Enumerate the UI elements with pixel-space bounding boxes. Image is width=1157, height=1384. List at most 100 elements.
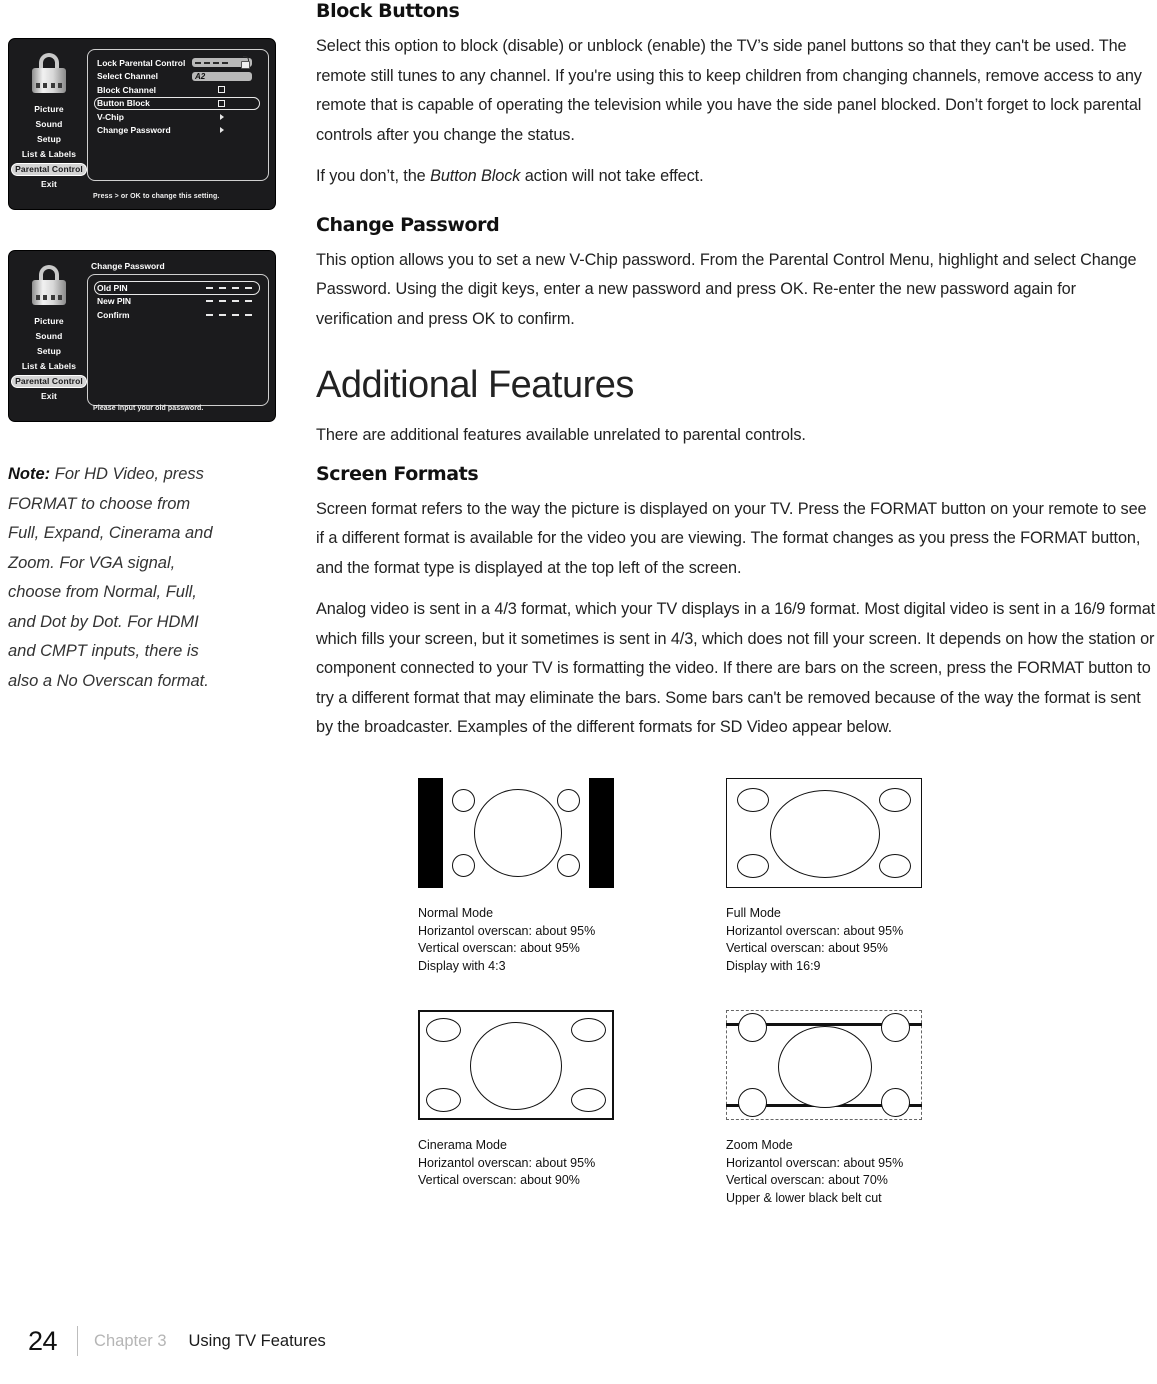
diagram-full-line-2: Vertical overscan: about 95%: [726, 941, 888, 955]
osd2-row-old-pin[interactable]: Old PIN: [94, 281, 260, 295]
diagram-full-line-1: Horizantol overscan: about 95%: [726, 923, 904, 938]
osd1-label-lock-parental-control: Lock Parental Control: [97, 57, 186, 68]
margin-note: Note: For HD Video, press FORMAT to choo…: [8, 460, 223, 696]
osd2-label-old-pin: Old PIN: [97, 282, 128, 293]
page-number: 24: [28, 1325, 58, 1356]
chevron-right-icon: [220, 127, 224, 134]
osd1-row-change-password[interactable]: Change Password: [94, 124, 260, 138]
osd1-label-change-password: Change Password: [97, 125, 171, 136]
osd2-panel: Change Password Old PIN New PIN Confirm: [87, 261, 269, 406]
paragraph-screen-formats-2: Analog video is sent in a 4/3 format, wh…: [316, 600, 1156, 736]
diagram-cinerama-canvas: [418, 1010, 614, 1120]
para2-pre: If you don’t, the: [316, 167, 431, 185]
para2-emphasis: Button Block: [430, 167, 521, 185]
old-pin-input[interactable]: [206, 286, 252, 289]
paragraph-additional-features: There are additional features available …: [316, 426, 806, 444]
diagram-zoom-mode: Zoom Mode Horizantol overscan: about 95%…: [726, 1010, 922, 1207]
diagram-normal-line-3: Display with 4:3: [418, 958, 506, 973]
paragraph-block-buttons-2: If you don’t, the Button Block action wi…: [316, 162, 1156, 192]
osd1-label-v-chip: V-Chip: [97, 111, 124, 122]
open-padlock-icon: [241, 56, 250, 70]
osd1-sidebar-item-picture[interactable]: Picture: [31, 103, 67, 116]
diagram-full-line-3: Display with 16:9: [726, 958, 821, 973]
diagram-zoom-title: Zoom Mode: [726, 1138, 793, 1152]
left-margin-column: Picture Sound Setup List & Labels Parent…: [8, 0, 293, 696]
padlock-icon: [32, 265, 66, 305]
select-channel-field[interactable]: A2: [192, 71, 252, 81]
diagram-zoom-canvas: [726, 1010, 922, 1120]
diagram-normal-line-2: Vertical overscan: about 95%: [418, 941, 580, 955]
osd2-sidebar-item-setup[interactable]: Setup: [34, 345, 64, 358]
screen-format-diagrams: Normal Mode Horizantol overscan: about 9…: [418, 778, 1038, 1207]
diagram-zoom-caption: Zoom Mode Horizantol overscan: about 95%…: [726, 1137, 922, 1207]
heading-additional-features: Additional Features: [316, 364, 634, 406]
paragraph-screen-formats-1: Screen format refers to the way the pict…: [316, 499, 1147, 577]
block-channel-checkbox[interactable]: [218, 86, 225, 94]
osd1-sidebar-item-exit[interactable]: Exit: [38, 178, 60, 191]
diagram-normal-caption: Normal Mode Horizantol overscan: about 9…: [418, 905, 614, 975]
diagram-zoom-line-1: Horizantol overscan: about 95%: [726, 1155, 904, 1170]
diagram-cinerama-caption: Cinerama Mode Horizantol overscan: about…: [418, 1137, 614, 1190]
osd1-panel: Lock Parental Control Select Channel A2: [87, 49, 269, 181]
osd2-sidebar-item-exit[interactable]: Exit: [38, 390, 60, 403]
diagram-full-mode: Full Mode Horizantol overscan: about 95%…: [726, 778, 922, 975]
diagram-full-canvas: [726, 778, 922, 888]
osd1-row-lock-parental-control[interactable]: Lock Parental Control: [94, 56, 260, 70]
osd-sidebar: Picture Sound Setup List & Labels Parent…: [9, 39, 89, 209]
diagram-cinerama-line-1: Horizantol overscan: about 95%: [418, 1155, 596, 1170]
main-content-column: Block Buttons Select this option to bloc…: [316, 0, 1156, 755]
osd1-label-select-channel: Select Channel: [97, 71, 158, 82]
chevron-right-icon: [220, 113, 224, 120]
diagram-zoom-line-3: Upper & lower black belt cut: [726, 1190, 882, 1205]
osd2-row-new-pin[interactable]: New PIN: [94, 295, 260, 309]
heading-block-buttons: Block Buttons: [316, 0, 460, 22]
select-channel-value: A2: [195, 71, 206, 81]
diagram-row-2: Cinerama Mode Horizantol overscan: about…: [418, 1010, 1038, 1207]
osd1-settings-list: Lock Parental Control Select Channel A2: [87, 49, 269, 181]
para2-post: action will not take effect.: [520, 167, 704, 185]
osd2-sidebar-item-picture[interactable]: Picture: [31, 315, 67, 328]
confirm-pin-input[interactable]: [206, 313, 252, 316]
osd1-row-v-chip[interactable]: V-Chip: [94, 110, 260, 124]
osd1-sidebar-item-sound[interactable]: Sound: [33, 118, 66, 131]
osd1-label-button-block: Button Block: [97, 98, 150, 109]
osd1-sidebar-item-setup[interactable]: Setup: [34, 133, 64, 146]
diagram-cinerama-line-2: Vertical overscan: about 90%: [418, 1173, 580, 1187]
footer-divider: [77, 1326, 79, 1356]
padlock-icon: [32, 53, 66, 93]
button-block-checkbox[interactable]: [218, 99, 225, 107]
osd-sidebar-menu: Picture Sound Setup List & Labels Parent…: [9, 101, 89, 191]
note-text: For HD Video, press FORMAT to choose fro…: [8, 465, 213, 690]
osd2-sidebar-item-parental-control[interactable]: Parental Control: [11, 375, 87, 388]
lock-parental-control-field[interactable]: [192, 56, 252, 70]
diagram-cinerama-title: Cinerama Mode: [418, 1138, 507, 1152]
diagram-normal-line-1: Horizantol overscan: about 95%: [418, 923, 596, 938]
page-footer: 24 Chapter 3 Using TV Features: [28, 1324, 326, 1358]
diagram-normal-title: Normal Mode: [418, 906, 494, 920]
osd2-settings-list: Old PIN New PIN Confirm: [87, 274, 269, 406]
heading-change-password: Change Password: [316, 213, 500, 236]
osd1-sidebar-item-list-labels[interactable]: List & Labels: [19, 148, 79, 161]
osd1-row-button-block[interactable]: Button Block: [94, 96, 260, 110]
diagram-row-1: Normal Mode Horizantol overscan: about 9…: [418, 778, 1038, 975]
heading-screen-formats: Screen Formats: [316, 462, 479, 485]
osd-screenshot-parental-control: Picture Sound Setup List & Labels Parent…: [8, 38, 276, 210]
osd2-panel-title: Change Password: [91, 261, 165, 271]
osd1-sidebar-item-parental-control[interactable]: Parental Control: [11, 163, 87, 176]
osd2-sidebar-item-sound[interactable]: Sound: [33, 330, 66, 343]
paragraph-block-buttons-1: Select this option to block (disable) or…: [316, 37, 1142, 144]
osd-screenshot-change-password: Picture Sound Setup List & Labels Parent…: [8, 250, 276, 422]
osd2-label-new-pin: New PIN: [97, 296, 132, 307]
osd2-sidebar-item-list-labels[interactable]: List & Labels: [19, 360, 79, 373]
diagram-normal-mode: Normal Mode Horizantol overscan: about 9…: [418, 778, 614, 975]
osd1-row-block-channel[interactable]: Block Channel: [94, 83, 260, 97]
osd1-hint-text: Press > or OK to change this setting.: [93, 193, 220, 200]
osd2-sidebar: Picture Sound Setup List & Labels Parent…: [9, 251, 89, 421]
diagram-normal-canvas: [418, 778, 614, 888]
osd1-label-block-channel: Block Channel: [97, 84, 157, 95]
osd1-row-select-channel[interactable]: Select Channel A2: [94, 70, 260, 84]
diagram-cinerama-mode: Cinerama Mode Horizantol overscan: about…: [418, 1010, 614, 1207]
osd2-row-confirm[interactable]: Confirm: [94, 308, 260, 322]
footer-chapter: Chapter 3: [94, 1331, 167, 1350]
new-pin-input[interactable]: [206, 300, 252, 303]
